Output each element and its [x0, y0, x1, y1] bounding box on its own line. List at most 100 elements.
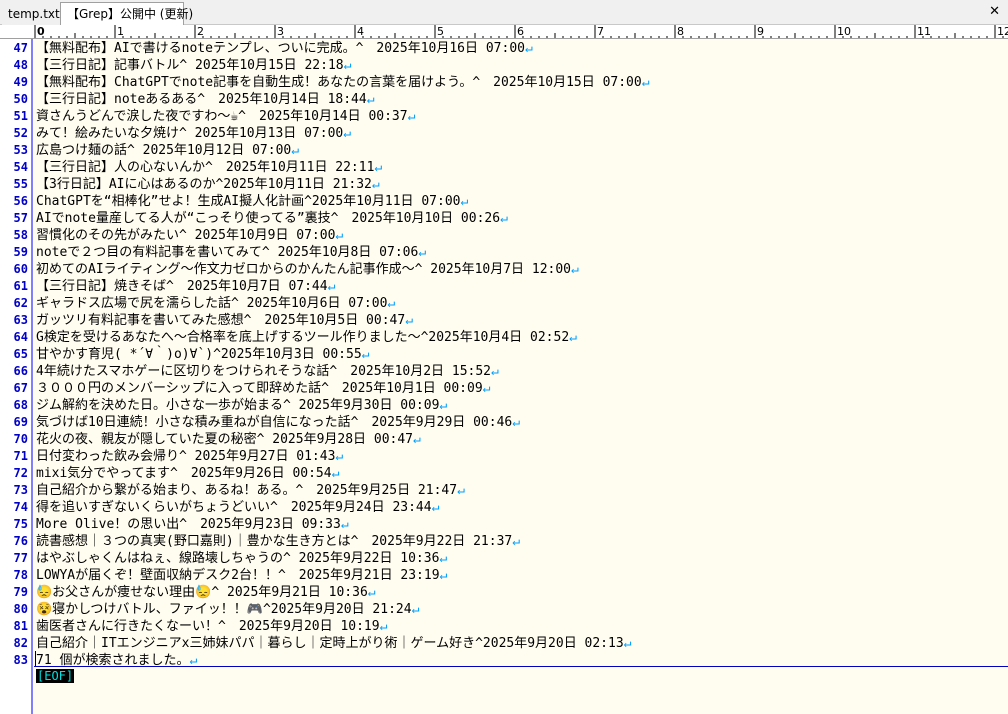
line-number: 50 [13, 92, 28, 106]
close-icon[interactable]: ✕ [989, 4, 1000, 20]
editor-line[interactable]: はやぶしゃくんはねぇ、線路壊しちゃうの^ 2025年9月22日 10:36↵ [34, 550, 1008, 567]
line-text: mixi気分でやってます^ 2025年9月26日 00:54↵ [36, 465, 339, 482]
line-text: 歯医者さんに行きたくなーい！^ 2025年9月20日 10:19↵ [36, 618, 387, 635]
eol-mark: ↵ [439, 398, 448, 413]
line-content: 自己紹介から繋がる始まり、あるね！ある。^ 2025年9月25日 21:47 [36, 483, 458, 498]
line-number: 67 [13, 381, 28, 395]
line-text: 😓お父さんが痩せない理由😓^ 2025年9月21日 10:36↵ [36, 584, 376, 601]
line-text: みて！絵みたいな夕焼け^ 2025年10月13日 07:00↵ [36, 125, 351, 142]
line-content: はやぶしゃくんはねぇ、線路壊しちゃうの^ 2025年9月22日 10:36 [36, 551, 440, 566]
line-text: 初めてのAIライティング〜作文力ゼロからのかんたん記事作成〜^ 2025年10月… [36, 261, 579, 278]
editor-line[interactable]: 自己紹介｜ITエンジニアx三姉妹パパ｜暮らし｜定時上がり術｜ゲーム好き^2025… [34, 635, 1008, 652]
line-text: noteで２つ目の有料記事を書いてみて^ 2025年10月8日 07:06↵ [36, 244, 426, 261]
editor-line[interactable]: ギャラドス広場で尻を濡らした話^ 2025年10月6日 07:00↵ [34, 295, 1008, 312]
editor-line[interactable]: 4年続けたスマホゲーに区切りをつけられそうな話^ 2025年10月2日 15:5… [34, 363, 1008, 380]
eol-mark: ↵ [405, 313, 414, 328]
eol-mark: ↵ [335, 228, 344, 243]
eol-mark: ↵ [371, 177, 380, 192]
editor-line[interactable]: 広島つけ麺の話^ 2025年10月12日 07:00↵ [34, 142, 1008, 159]
eol-mark: ↵ [331, 466, 340, 481]
line-number: 53 [13, 143, 28, 157]
line-number: 57 [13, 211, 28, 225]
ruler-corner [0, 25, 34, 39]
line-text: AIでnote量産してる人が“こっそり使ってる”裏技^ 2025年10月10日 … [36, 210, 508, 227]
editor-line[interactable]: ガッツリ有料記事を書いてみた感想^ 2025年10月5日 00:47↵ [34, 312, 1008, 329]
editor-line[interactable]: 【無料配布】ChatGPTでnote記事を自動生成！あなたの言葉を届けよう。^ … [34, 74, 1008, 91]
line-text: 【三行日記】焼きそば^ 2025年10月7日 07:44↵ [36, 278, 335, 295]
line-content: 4年続けたスマホゲーに区切りをつけられそうな話^ 2025年10月2日 15:5… [36, 364, 492, 379]
editor-line[interactable]: 日付変わった飲み会帰り^ 2025年9月27日 01:43↵ [34, 448, 1008, 465]
editor-line[interactable]: 気づけば10日連続！小さな積み重ねが自信になった話^ 2025年9月29日 00… [34, 414, 1008, 431]
line-text: 【三行日記】人の心ないんか^ 2025年10月11日 22:11↵ [36, 159, 382, 176]
editor-line[interactable]: 【3行日記】AIに心はあるのか^2025年10月11日 21:32↵ [34, 176, 1008, 193]
line-content: 得を追いすぎないくらいがちょうどいい^ 2025年9月24日 23:44 [36, 500, 432, 515]
eol-mark: ↵ [623, 636, 632, 651]
line-content: AIでnote量産してる人が“こっそり使ってる”裏技^ 2025年10月10日 … [36, 211, 501, 226]
editor-line[interactable]: mixi気分でやってます^ 2025年9月26日 00:54↵ [34, 465, 1008, 482]
line-content: 歯医者さんに行きたくなーい！^ 2025年9月20日 10:19 [36, 619, 380, 634]
line-content: 【三行日記】焼きそば^ 2025年10月7日 07:44 [36, 279, 328, 294]
line-number: 58 [13, 228, 28, 242]
line-text: 😵寝かしつけバトル、ファイッ！！🎮^2025年9月20日 21:24↵ [36, 601, 419, 618]
editor-line[interactable]: LOWYAが届くぞ！壁面収納デスク2台！！^ 2025年9月21日 23:19↵ [34, 567, 1008, 584]
editor-line[interactable]: 資さんうどんで涙した夜ですわ〜☕^ 2025年10月14日 00:37↵ [34, 108, 1008, 125]
editor-line[interactable]: 得を追いすぎないくらいがちょうどいい^ 2025年9月24日 23:44↵ [34, 499, 1008, 516]
eof-marker: [EOF] [36, 669, 75, 683]
editor-line[interactable]: 歯医者さんに行きたくなーい！^ 2025年9月20日 10:19↵ [34, 618, 1008, 635]
editor-line[interactable]: G検定を受けるあなたへ〜合格率を底上げするツール作りました〜^2025年10月4… [34, 329, 1008, 346]
line-number: 75 [13, 517, 28, 531]
line-content: 自己紹介｜ITエンジニアx三姉妹パパ｜暮らし｜定時上がり術｜ゲーム好き^2025… [36, 636, 624, 651]
line-content: 気づけば10日連続！小さな積み重ねが自信になった話^ 2025年9月29日 00… [36, 415, 513, 430]
editor-line[interactable]: ３０００円のメンバーシップに入って即辞めた話^ 2025年10月1日 00:09… [34, 380, 1008, 397]
line-number: 69 [13, 415, 28, 429]
eol-mark: ↵ [327, 279, 336, 294]
editor-line[interactable]: 【三行日記】人の心ないんか^ 2025年10月11日 22:11↵ [34, 159, 1008, 176]
editor-line[interactable]: 😓お父さんが痩せない理由😓^ 2025年9月21日 10:36↵ [34, 584, 1008, 601]
tab-grep-results[interactable]: 【Grep】公開中 (更新) [60, 2, 193, 25]
line-text: 読書感想｜３つの真実(野口嘉則)｜豊かな生き方とは^ 2025年9月22日 21… [36, 533, 520, 550]
line-content: 甘やかす育児( *´∀｀)o)∀`)^2025年10月3日 00:55 [36, 347, 362, 362]
editor-line[interactable]: 😵寝かしつけバトル、ファイッ！！🎮^2025年9月20日 21:24↵ [34, 601, 1008, 618]
editor-line[interactable]: 【三行日記】焼きそば^ 2025年10月7日 07:44↵ [34, 278, 1008, 295]
editor-line[interactable]: ジム解約を決めた日。小さな一歩が始まる^ 2025年9月30日 00:09↵ [34, 397, 1008, 414]
editor-line[interactable]: AIでnote量産してる人が“こっそり使ってる”裏技^ 2025年10月10日 … [34, 210, 1008, 227]
line-text: 甘やかす育児( *´∀｀)o)∀`)^2025年10月3日 00:55↵ [36, 346, 370, 363]
line-text: 気づけば10日連続！小さな積み重ねが自信になった話^ 2025年9月29日 00… [36, 414, 520, 431]
editor-line[interactable]: 初めてのAIライティング〜作文力ゼロからのかんたん記事作成〜^ 2025年10月… [34, 261, 1008, 278]
line-content: 読書感想｜３つの真実(野口嘉則)｜豊かな生き方とは^ 2025年9月22日 21… [36, 534, 513, 549]
eol-mark: ↵ [407, 109, 416, 124]
eol-mark: ↵ [335, 449, 344, 464]
line-number: 64 [13, 330, 28, 344]
editor-line[interactable]: 花火の夜、親友が隠していた夏の秘密^ 2025年9月28日 00:47↵ [34, 431, 1008, 448]
eol-mark: ↵ [361, 347, 370, 362]
editor-line[interactable]: 【無料配布】AIで書けるnoteテンプレ、ついに完成。^ 2025年10月16日… [34, 40, 1008, 57]
editor-line[interactable]: ChatGPTを“相棒化”せよ！生成AI擬人化計画^2025年10月11日 07… [34, 193, 1008, 210]
line-text: はやぶしゃくんはねぇ、線路壊しちゃうの^ 2025年9月22日 10:36↵ [36, 550, 447, 567]
editor-line[interactable]: 【三行日記】noteあるある^ 2025年10月14日 18:44↵ [34, 91, 1008, 108]
line-number: 47 [13, 41, 28, 55]
ruler-label: 10 [837, 25, 851, 38]
editor-line[interactable]: みて！絵みたいな夕焼け^ 2025年10月13日 07:00↵ [34, 125, 1008, 142]
line-content: 広島つけ麺の話^ 2025年10月12日 07:00 [36, 143, 292, 158]
editor-line[interactable]: 習慣化のその先がみたい^ 2025年10月9日 07:00↵ [34, 227, 1008, 244]
ruler-ticks: 0123456789101112 [34, 25, 1008, 38]
editor-line[interactable]: 読書感想｜３つの真実(野口嘉則)｜豊かな生き方とは^ 2025年9月22日 21… [34, 533, 1008, 550]
editor-line[interactable]: 【三行日記】記事バトル^ 2025年10月15日 22:18↵ [34, 57, 1008, 74]
gutter-divider [31, 39, 33, 714]
text-editor-area[interactable]: 【無料配布】AIで書けるnoteテンプレ、ついに完成。^ 2025年10月16日… [34, 39, 1008, 714]
editor-line[interactable]: More Olive！の思い出^ 2025年9月23日 09:33↵ [34, 516, 1008, 533]
eol-mark: ↵ [641, 75, 650, 90]
editor-line[interactable]: 甘やかす育児( *´∀｀)o)∀`)^2025年10月3日 00:55↵ [34, 346, 1008, 363]
line-text: 【三行日記】noteあるある^ 2025年10月14日 18:44↵ [36, 91, 375, 108]
line-text: 【3行日記】AIに心はあるのか^2025年10月11日 21:32↵ [36, 176, 380, 193]
tab-temp-txt[interactable]: temp.txt [2, 3, 60, 25]
line-content: 【無料配布】AIで書けるnoteテンプレ、ついに完成。^ 2025年10月16日… [36, 41, 525, 56]
ruler-label: 5 [437, 25, 444, 38]
line-text: ガッツリ有料記事を書いてみた感想^ 2025年10月5日 00:47↵ [36, 312, 413, 329]
eol-mark: ↵ [374, 160, 383, 175]
line-number: 60 [13, 262, 28, 276]
editor-line[interactable]: noteで２つ目の有料記事を書いてみて^ 2025年10月8日 07:06↵ [34, 244, 1008, 261]
ruler-label: 12 [997, 25, 1008, 38]
editor-line[interactable]: 自己紹介から繋がる始まり、あるね！ある。^ 2025年9月25日 21:47↵ [34, 482, 1008, 499]
column-ruler: 0123456789101112 [34, 25, 1008, 39]
